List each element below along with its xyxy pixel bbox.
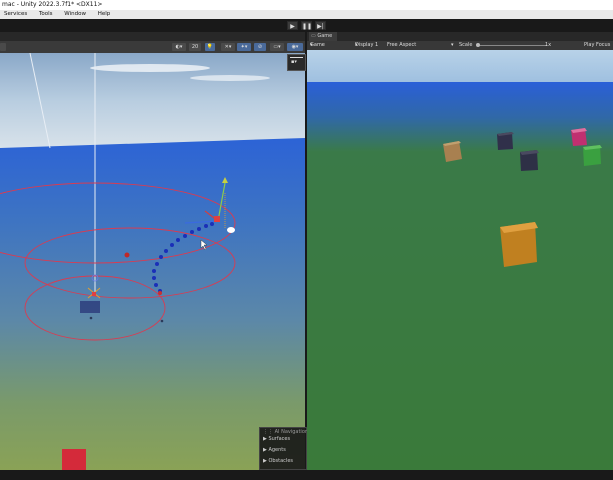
game-view[interactable] bbox=[307, 50, 613, 470]
game-ground bbox=[307, 82, 613, 470]
ai-nav-agents[interactable]: ▶ Agents bbox=[263, 447, 286, 453]
scale-label: Scale bbox=[459, 42, 473, 48]
game-tab-icon: ▭ bbox=[311, 33, 316, 39]
grid-count-tool[interactable]: 20 bbox=[189, 43, 201, 51]
view-gizmo[interactable]: ▪▾ bbox=[287, 54, 306, 71]
hidden-toggle[interactable]: ⊘ bbox=[254, 43, 266, 51]
scene-agent-cube bbox=[80, 301, 100, 313]
audio-toggle[interactable]: ✕▾ bbox=[221, 43, 235, 51]
menu-tools[interactable]: Tools bbox=[39, 10, 53, 19]
tab-game[interactable]: ▭ Game bbox=[309, 32, 337, 41]
scale-slider[interactable] bbox=[477, 45, 547, 46]
menu-services[interactable]: Services bbox=[4, 10, 27, 19]
scene-tool-edge[interactable] bbox=[0, 43, 6, 51]
orientation-tool[interactable]: ◐▾ bbox=[172, 43, 186, 51]
green-cube bbox=[583, 145, 602, 166]
waypoint bbox=[124, 252, 130, 258]
play-icon: ▶ bbox=[290, 23, 295, 30]
chevron-down-icon: ▾ bbox=[310, 42, 313, 48]
scene-view[interactable] bbox=[0, 53, 305, 470]
view-gizmo-label: ▪▾ bbox=[291, 59, 297, 65]
tab-game-label: Game bbox=[317, 33, 333, 39]
aspect-label: Free Aspect bbox=[387, 42, 417, 48]
gizmos-toggle[interactable]: ◉▾ bbox=[287, 43, 303, 51]
window-title-bar: mac - Unity 2022.3.7f1* <DX11> bbox=[0, 0, 613, 10]
menu-window[interactable]: Window bbox=[64, 10, 86, 19]
orange-cube bbox=[500, 222, 538, 267]
game-tab-bar: ▭ Game bbox=[307, 32, 613, 41]
grip-icon: ⋮⋮ bbox=[263, 429, 275, 435]
step-button[interactable]: ▶| bbox=[315, 21, 326, 30]
path-marker bbox=[158, 291, 162, 295]
play-button[interactable]: ▶ bbox=[287, 21, 298, 30]
cloud bbox=[90, 64, 210, 72]
ai-navigation-overlay[interactable]: ⋮⋮ AI Navigation ▶ Surfaces ▶ Agents ▶ O… bbox=[259, 427, 309, 470]
scene-tab-bar bbox=[0, 32, 305, 41]
tan-cube bbox=[443, 141, 462, 162]
scene-viewport[interactable] bbox=[0, 53, 305, 470]
pause-icon: ❚❚ bbox=[302, 23, 313, 30]
camera-tool[interactable]: ▭▾ bbox=[270, 43, 284, 51]
scene-red-cube bbox=[62, 449, 86, 470]
menu-help[interactable]: Help bbox=[98, 10, 111, 19]
effects-icon: ✦▾ bbox=[240, 44, 248, 50]
effects-toggle[interactable]: ✦▾ bbox=[237, 43, 251, 51]
status-bar bbox=[0, 470, 613, 480]
camera-icon: ▭▾ bbox=[273, 44, 281, 50]
waypoint bbox=[89, 316, 93, 320]
hidden-icon: ⊘ bbox=[257, 44, 263, 50]
orientation-icon: ◐▾ bbox=[175, 44, 183, 50]
game-sky bbox=[307, 50, 613, 82]
audio-icon: ✕▾ bbox=[224, 44, 232, 50]
chevron-down-icon: ▾ bbox=[355, 42, 358, 48]
white-object bbox=[227, 227, 235, 233]
dark-cube bbox=[520, 150, 539, 171]
light-toggle[interactable]: 💡 bbox=[205, 43, 215, 51]
grid-count: 20 bbox=[191, 44, 199, 50]
ai-nav-obstacles[interactable]: ▶ Obstacles bbox=[263, 458, 293, 464]
display-label: Display 1 bbox=[355, 42, 379, 48]
menu-bar: Services Tools Window Help bbox=[0, 10, 613, 19]
pink-cube bbox=[571, 128, 587, 146]
gizmos-icon: ◉▾ bbox=[291, 44, 299, 50]
scene-ground bbox=[0, 138, 305, 470]
dark-cube bbox=[497, 132, 514, 150]
ai-navigation-title: ⋮⋮ AI Navigation bbox=[263, 429, 309, 435]
chevron-down-icon: ▾ bbox=[451, 42, 454, 48]
cloud bbox=[190, 75, 270, 81]
light-icon: 💡 bbox=[206, 44, 214, 50]
step-icon: ▶| bbox=[317, 23, 324, 30]
play-focused-label: Play Focus bbox=[584, 42, 611, 48]
window-title: mac - Unity 2022.3.7f1* <DX11> bbox=[2, 1, 103, 8]
waypoint bbox=[160, 319, 164, 323]
game-toolbar: Game ▾ Display 1 ▾ Free Aspect ▾ Scale 1… bbox=[307, 41, 613, 50]
pause-button[interactable]: ❚❚ bbox=[301, 21, 312, 30]
scale-value: 1x bbox=[545, 42, 552, 48]
game-viewport[interactable] bbox=[307, 50, 613, 470]
scale-slider-handle[interactable] bbox=[476, 43, 480, 47]
ai-nav-surfaces[interactable]: ▶ Surfaces bbox=[263, 436, 290, 442]
